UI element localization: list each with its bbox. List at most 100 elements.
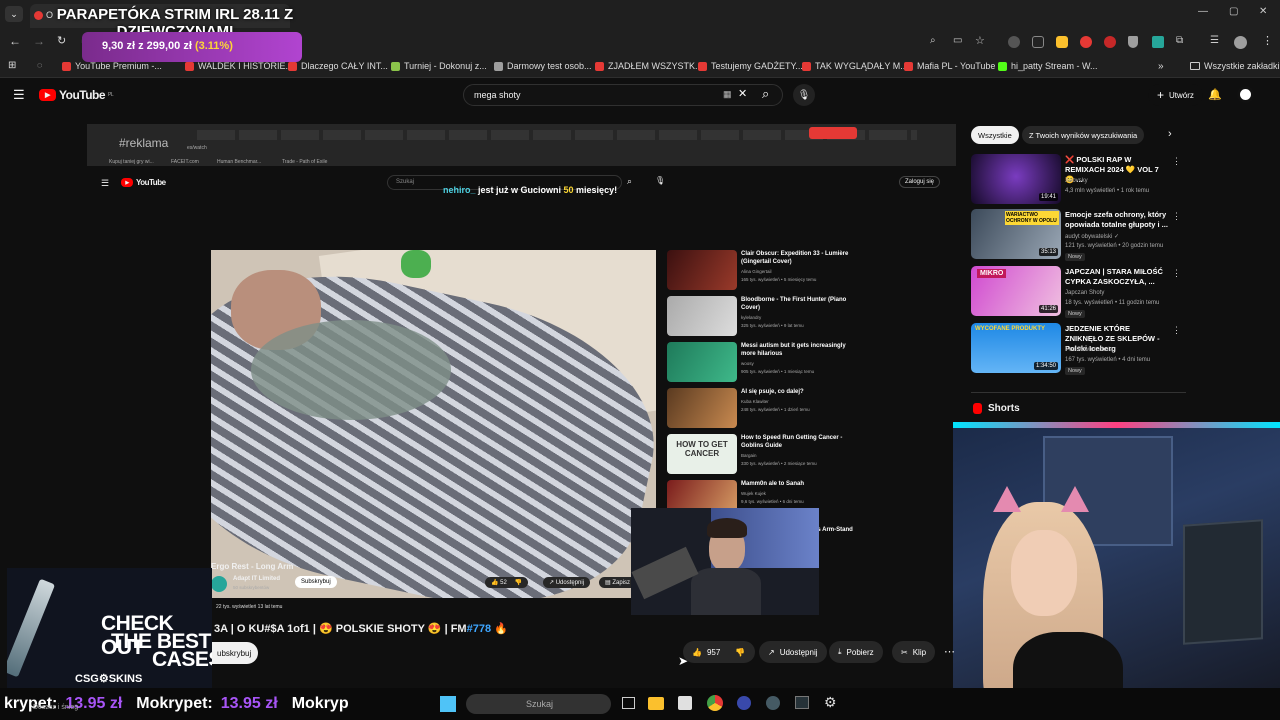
embedded-sidebar-video: Bloodborne - The First Hunter (Piano Cov… xyxy=(667,296,867,338)
ext-icon-1[interactable] xyxy=(1008,36,1020,48)
ext-icon-4[interactable] xyxy=(1080,36,1092,48)
inner-mic-icon: 🎙 xyxy=(655,176,666,185)
bookmark-item[interactable]: hi_patty Stream - W... xyxy=(998,61,1098,71)
bookmark-item[interactable]: Turniej - Dokonuj z... xyxy=(391,61,487,71)
youtube-favicon-icon xyxy=(185,61,194,71)
media-icon[interactable]: ☰ xyxy=(1210,35,1219,46)
microphone-icon[interactable]: 🎙 xyxy=(793,84,815,106)
search-input[interactable]: mega shoty xyxy=(463,84,783,106)
zoom-icon[interactable]: ⌕ xyxy=(930,35,936,46)
youtube-favicon-icon xyxy=(904,61,913,71)
bookmark-item[interactable]: TAK WYGLĄDAŁY M... xyxy=(802,61,908,71)
share-icon: ↗ xyxy=(768,647,775,657)
apps-icon[interactable]: ⊞ xyxy=(8,60,16,71)
bookmark-item[interactable]: Testujemy GADŻETY... xyxy=(698,61,803,71)
result-more-icon[interactable]: ⋮ xyxy=(1172,211,1181,222)
chrome-icon[interactable] xyxy=(707,695,723,711)
result-video[interactable]: 19:41 ❌ POLSKI RAP W REMIXACH 2024 💛 VOL… xyxy=(971,154,1181,206)
profile-avatar[interactable] xyxy=(1234,36,1247,49)
ext-icon-7[interactable] xyxy=(1152,36,1164,48)
result-video[interactable]: WYCOFANE PRODUKTY 1:34:50 JEDZENIE KTÓRE… xyxy=(971,323,1181,375)
embedded-channel-avatar xyxy=(211,576,227,592)
search-icon[interactable]: ⌕ xyxy=(762,86,769,102)
forward-icon[interactable]: → xyxy=(33,34,45,48)
tab-list-button[interactable]: ⌄ xyxy=(5,6,23,22)
cast-icon[interactable]: ▭ xyxy=(953,35,962,46)
bookmark-item[interactable]: Darmowy test osob... xyxy=(494,61,592,71)
keyboard-icon[interactable]: ▦ xyxy=(723,89,732,100)
bookmark-star-icon[interactable]: ☆ xyxy=(975,34,985,47)
result-more-icon[interactable]: ⋮ xyxy=(1172,325,1181,336)
taskbar-weather: Deszcz i śnieg xyxy=(33,704,79,711)
inner-login-button: Zaloguj się xyxy=(899,176,941,188)
embedded-like-button: 👍 52 👎 xyxy=(485,577,528,588)
taskbar-search[interactable]: Szukaj xyxy=(466,694,611,714)
subscribe-button[interactable]: ubskrybuj xyxy=(210,642,259,664)
ext-icon-3[interactable] xyxy=(1056,36,1068,48)
store-icon[interactable] xyxy=(678,696,692,710)
clip-button[interactable]: ✂ Klip xyxy=(892,641,936,663)
video-title: 3A | O KU#$A 1of1 | 😍 POLSKIE SHOTY 😍 | … xyxy=(214,623,508,635)
youtube-favicon-icon xyxy=(62,61,71,71)
create-button[interactable]: + Utwórz xyxy=(1148,84,1203,106)
user-avatar[interactable] xyxy=(1237,86,1254,103)
result-video[interactable]: MIKRO 41:26 JAPCZAN | STARA MIŁOŚĆ CYPKA… xyxy=(971,266,1181,318)
share-icon: ↗ xyxy=(549,580,555,586)
bookmark-item[interactable]: Mafia PL - YouTube xyxy=(904,61,995,71)
task-view-icon[interactable] xyxy=(622,697,635,709)
steam-icon[interactable] xyxy=(766,696,780,710)
clear-search-icon[interactable]: ✕ xyxy=(738,87,747,100)
download-button[interactable]: ⤓ Pobierz xyxy=(829,641,883,663)
settings-gear-icon[interactable]: ⚙ xyxy=(824,694,837,711)
more-actions-icon[interactable]: ⋯ xyxy=(944,645,955,658)
embedded-channel-name: Adapt IT Limited xyxy=(233,576,280,582)
close-window-icon[interactable]: ✕ xyxy=(1259,6,1267,17)
promo-line-3: CASES xyxy=(152,648,212,671)
hashtag-link[interactable]: #778 xyxy=(467,623,491,635)
bookmark-item[interactable]: ZJADŁEM WSZYSTK... xyxy=(595,61,703,71)
thumb-up-icon: 👍 xyxy=(491,580,499,586)
notifications-bell-icon[interactable]: 🔔 xyxy=(1208,88,1222,101)
embedded-youtube-page: ☰ ▶ YouTube Szukaj ⌕ 🎙 Zaloguj się nehir… xyxy=(87,166,956,610)
result-more-icon[interactable]: ⋮ xyxy=(1172,156,1181,167)
scissors-icon: ✂ xyxy=(901,647,908,657)
bookmark-item[interactable]: Dlaczego CAŁY INT... xyxy=(288,61,388,71)
bookmark-icon-plain[interactable]: ◌ xyxy=(37,60,42,70)
share-button[interactable]: ↗ Udostępnij xyxy=(759,641,827,663)
menu-kebab-icon[interactable]: ⋮ xyxy=(1262,34,1273,47)
chips-next-icon[interactable]: › xyxy=(1168,128,1172,140)
extensions-icon[interactable]: ⧉ xyxy=(1176,35,1183,46)
bookmarks-overflow-icon[interactable]: » xyxy=(1158,61,1164,72)
video-player[interactable]: #reklama es/watch Kupuj taniej gry wi...… xyxy=(87,124,956,610)
bookmark-item[interactable]: WALDEK I HISTORIE... xyxy=(185,61,293,71)
start-icon[interactable] xyxy=(440,696,456,712)
sb-thumbnail: HOW TO GET CANCER xyxy=(667,434,737,474)
result-video[interactable]: WARIACTWO OCHRONY W OPOLU 35:13 Emocje s… xyxy=(971,209,1181,261)
embedded-views: 22 tys. wyświetleń 13 lat temu xyxy=(216,604,283,610)
thumb-down-icon[interactable]: 👎 xyxy=(735,648,745,657)
like-button[interactable]: 👍 957 👎 xyxy=(683,641,755,663)
bookmark-item[interactable]: YouTube Premium -... xyxy=(62,61,162,71)
hamburger-menu-icon[interactable]: ☰ xyxy=(13,87,25,103)
result-thumbnail: MIKRO 41:26 xyxy=(971,266,1061,316)
ext-icon-6[interactable] xyxy=(1128,36,1138,48)
inner-active-tab xyxy=(809,127,857,139)
tab-favicon xyxy=(34,11,43,20)
minimize-icon[interactable]: — xyxy=(1198,6,1208,17)
youtube-logo[interactable]: ▶ YouTube PL xyxy=(39,88,114,102)
terminal-icon[interactable] xyxy=(795,696,809,709)
inner-hamburger-icon: ☰ xyxy=(101,178,110,188)
donation-goal-bar: 9,30 zł z 299,00 zł (3.11%) xyxy=(82,32,302,62)
chip-from-results[interactable]: Z Twoich wyników wyszukiwania xyxy=(1022,126,1145,144)
inner-youtube-logo: ▶ YouTube xyxy=(121,178,166,187)
ext-icon-2[interactable] xyxy=(1032,36,1044,48)
embedded-sidebar-video: Messi autism but it gets increasingly mo… xyxy=(667,342,867,384)
app-icon-blue[interactable] xyxy=(737,696,751,710)
ext-icon-5[interactable] xyxy=(1104,36,1116,48)
result-more-icon[interactable]: ⋮ xyxy=(1172,268,1181,279)
maximize-icon[interactable]: ▢ xyxy=(1229,6,1238,17)
chip-all[interactable]: Wszystkie xyxy=(971,126,1019,144)
all-bookmarks[interactable]: Wszystkie zakładki xyxy=(1190,61,1280,71)
file-explorer-icon[interactable] xyxy=(648,697,664,710)
back-icon[interactable]: ← xyxy=(9,34,21,48)
